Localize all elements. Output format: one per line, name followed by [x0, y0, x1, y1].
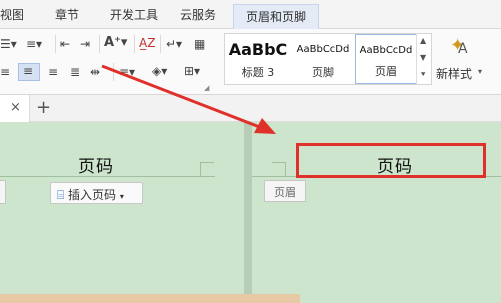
annotation-arrow-icon [101, 64, 276, 134]
